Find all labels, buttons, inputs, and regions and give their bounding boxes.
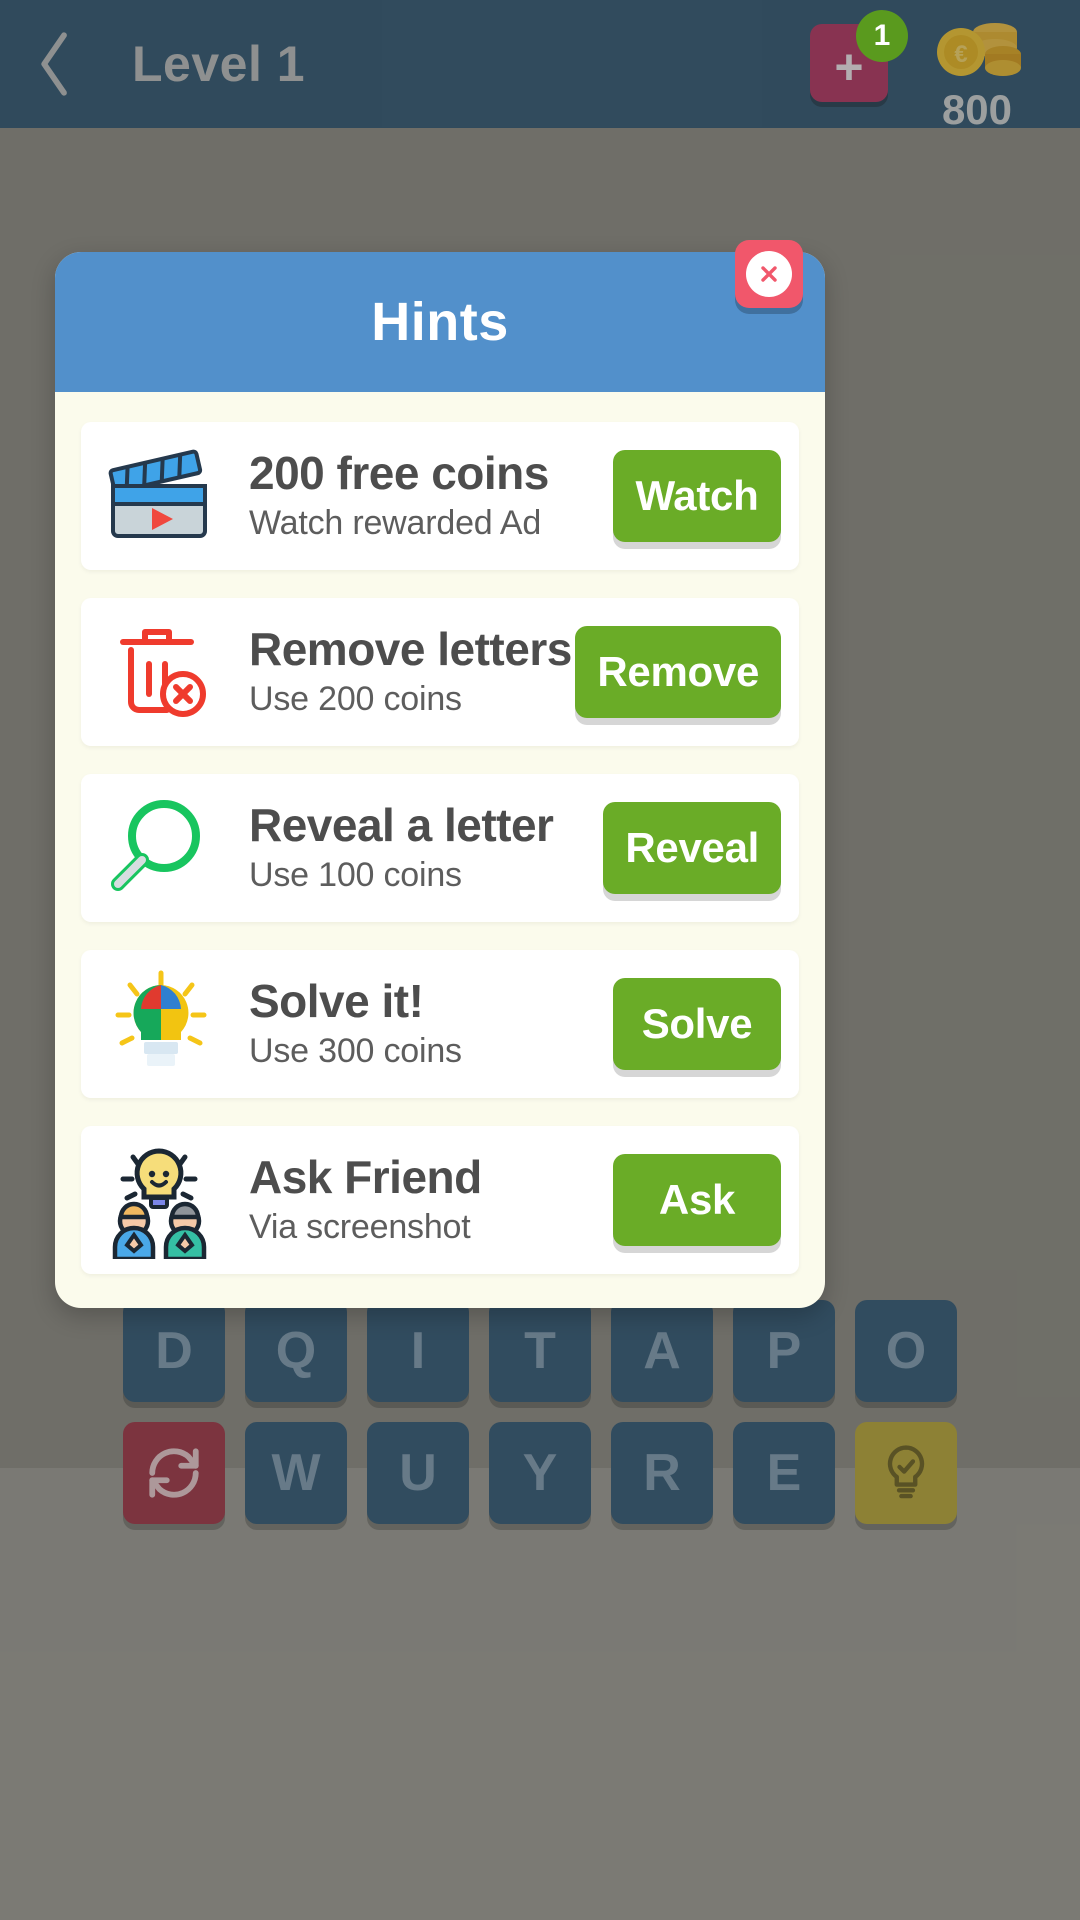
friends-lightbulb-glyph [112,1148,207,1259]
dialog-title: Hints [371,292,509,352]
remove-button[interactable]: Remove [575,626,781,718]
dialog-header: Hints [55,240,825,392]
ask-button[interactable]: Ask [613,1154,781,1246]
life-count-badge: 1 [856,10,908,62]
hint-title: Solve it! [249,974,424,1027]
hint-text-group: Remove letters Use 200 coins [235,622,575,720]
trash-delete-icon [87,607,235,737]
trash-glyph [120,629,206,717]
hint-title: Ask Friend [249,1150,482,1203]
close-icon [746,251,792,297]
hint-row-remove-letters[interactable]: Remove letters Use 200 coins Remove [81,598,799,746]
hint-row-ask-friend[interactable]: Ask Friend Via screenshot Ask [81,1126,799,1274]
hint-text-group: Ask Friend Via screenshot [235,1150,613,1248]
solve-button[interactable]: Solve [613,978,781,1070]
hint-subtitle: Use 300 coins [249,1032,462,1071]
lightbulb-puzzle-glyph [115,970,207,1066]
hint-subtitle: Use 100 coins [249,856,462,895]
hint-subtitle: Use 200 coins [249,680,462,719]
hint-title: Reveal a letter [249,798,554,851]
hint-text-group: 200 free coins Watch rewarded Ad [235,446,613,544]
hints-list: 200 free coins Watch rewarded Ad Watch R… [55,392,825,1308]
hints-dialog: Hints 200 free coins Watch rewarded Ad W… [55,240,825,1308]
hint-row-solve[interactable]: Solve it! Use 300 coins Solve [81,950,799,1098]
close-button[interactable] [735,240,803,308]
hint-subtitle: Via screenshot [249,1208,471,1247]
hint-title: 200 free coins [249,446,549,499]
clapperboard-video-icon [87,431,235,561]
clapperboard-glyph [108,449,207,538]
hint-subtitle: Watch rewarded Ad [249,504,542,543]
hint-title: Remove letters [249,622,572,675]
close-glyph [761,266,777,282]
magnifier-search-icon [87,783,235,913]
watch-button[interactable]: Watch [613,450,781,542]
hint-text-group: Solve it! Use 300 coins [235,974,613,1072]
magnifier-glyph [111,800,200,891]
hint-row-reveal-letter[interactable]: Reveal a letter Use 100 coins Reveal [81,774,799,922]
hint-row-watch-ad[interactable]: 200 free coins Watch rewarded Ad Watch [81,422,799,570]
hint-text-group: Reveal a letter Use 100 coins [235,798,603,896]
lightbulb-puzzle-icon [87,959,235,1089]
friends-lightbulb-icon [87,1135,235,1265]
reveal-button[interactable]: Reveal [603,802,781,894]
